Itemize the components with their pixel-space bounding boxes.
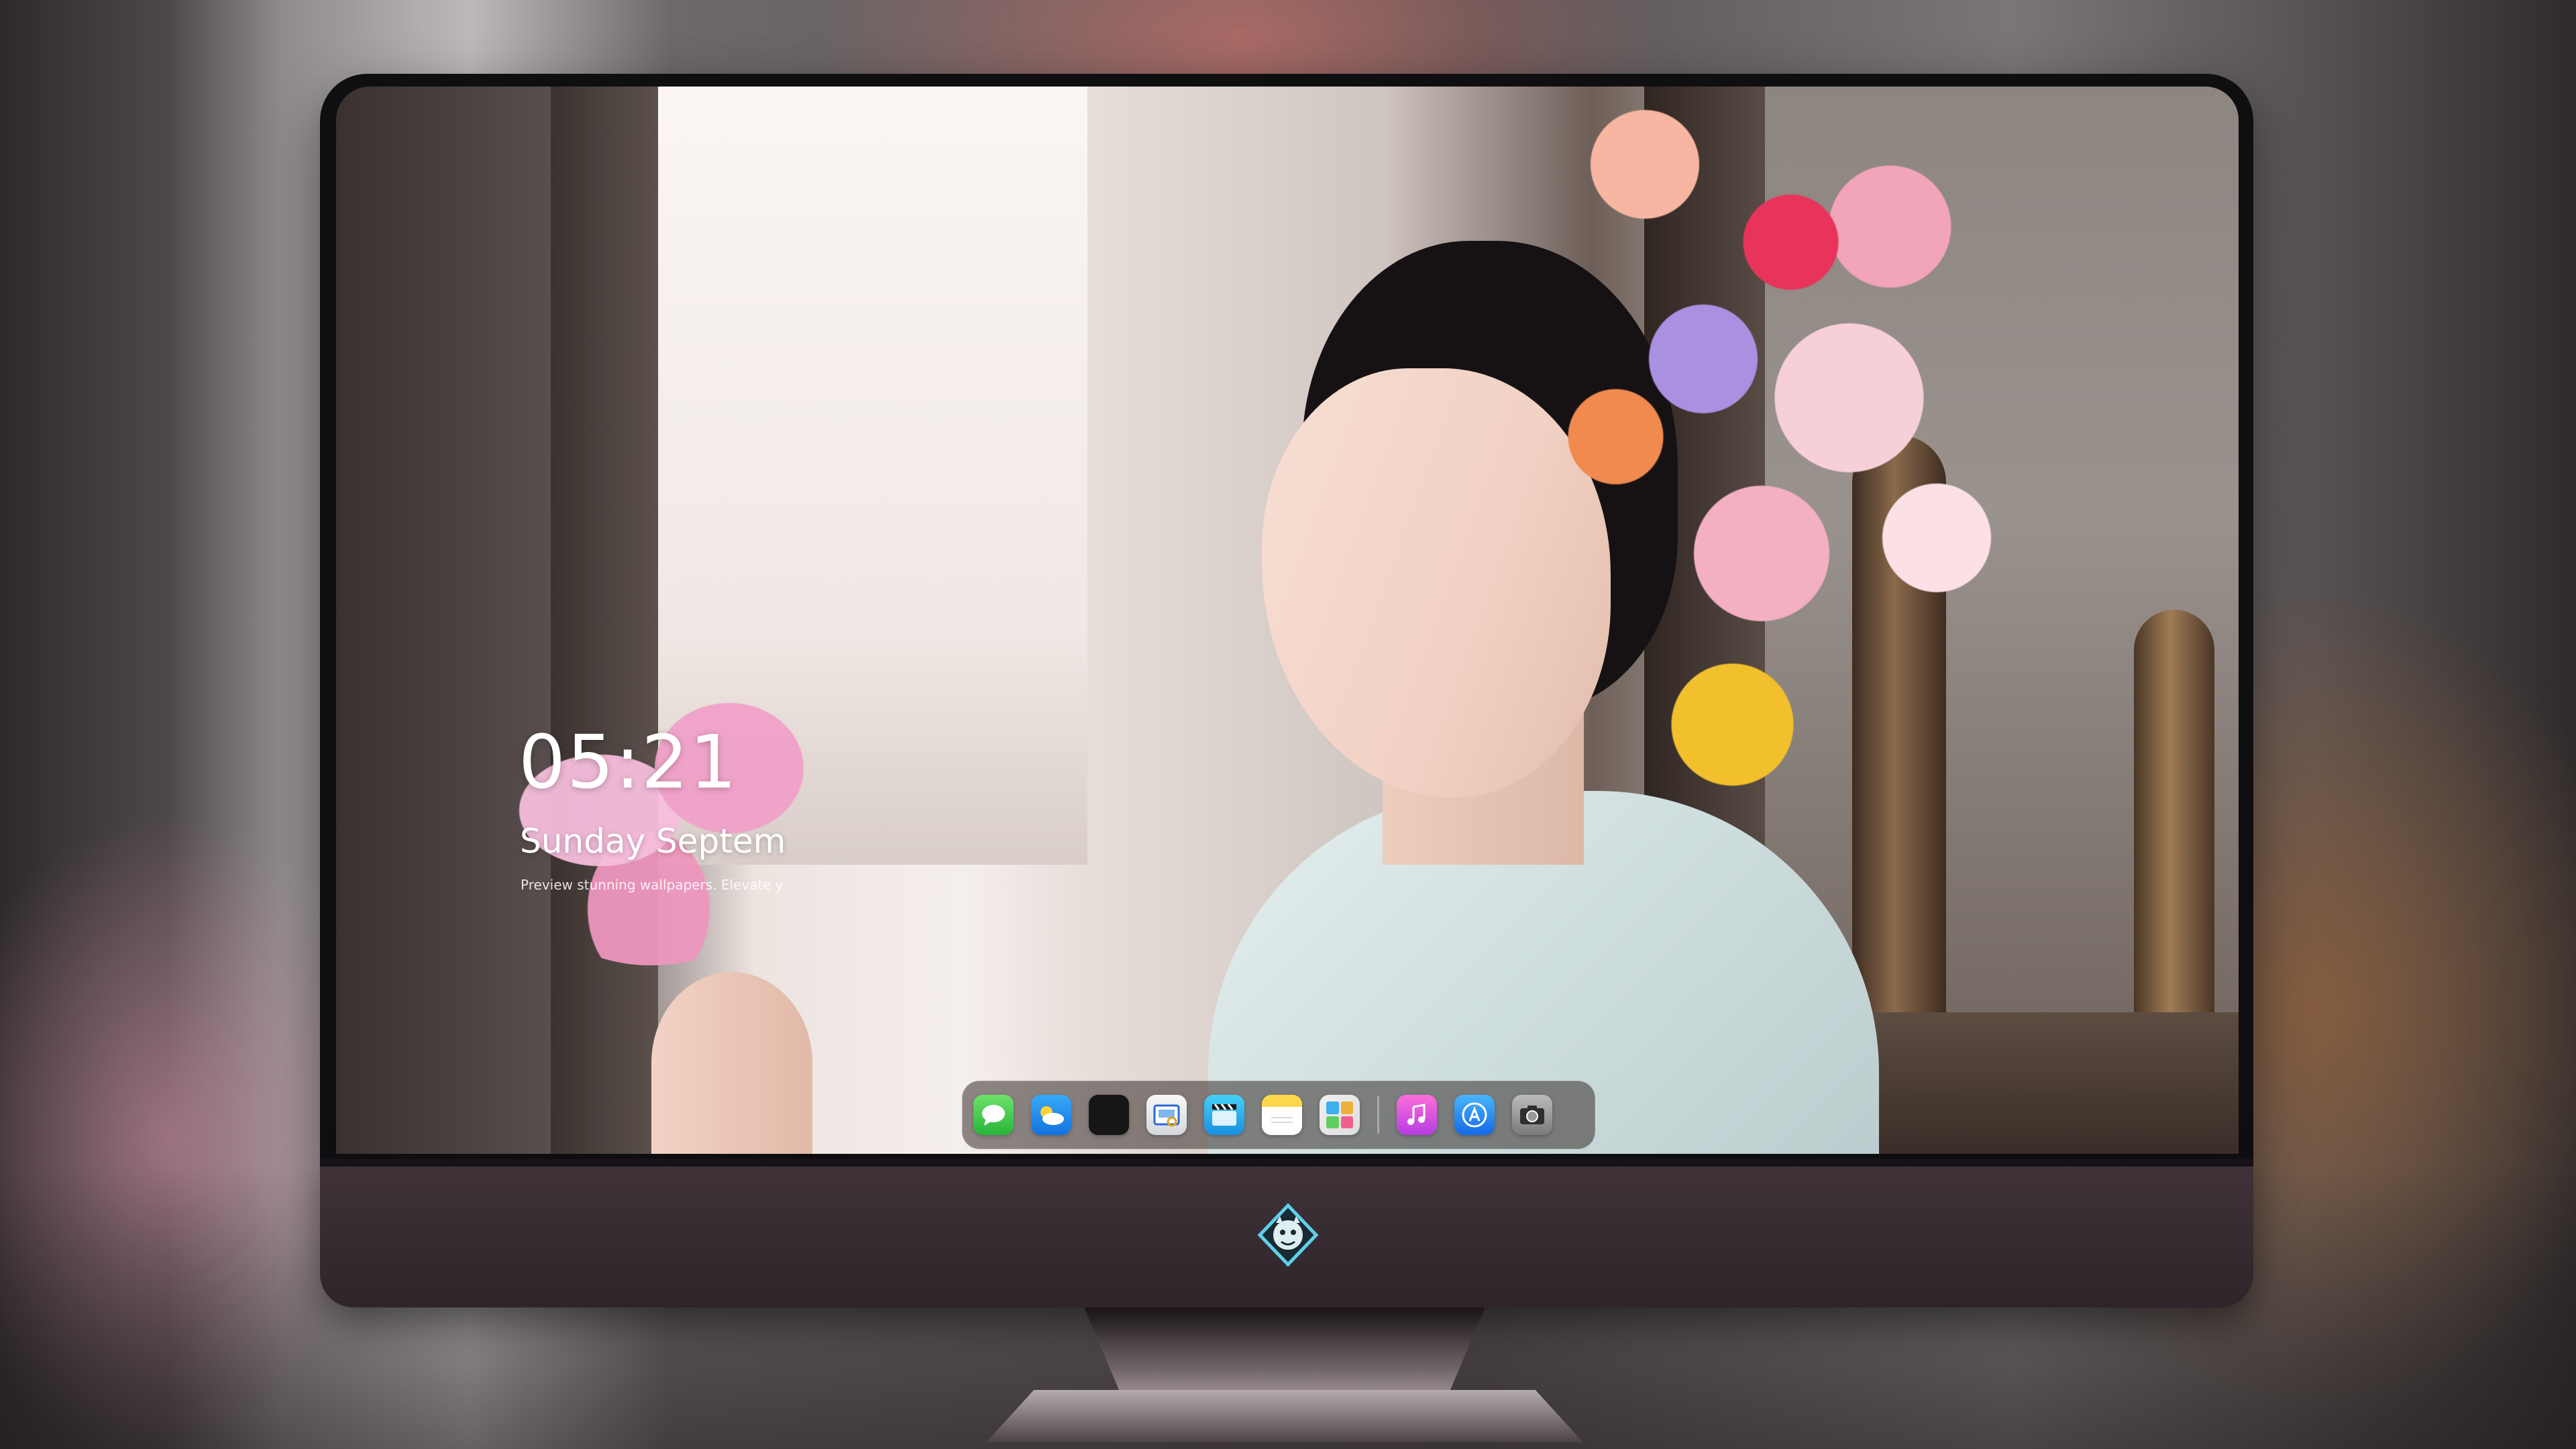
messages-icon[interactable] (973, 1095, 1014, 1135)
photos-icon[interactable] (1320, 1095, 1360, 1135)
dock-separator (1377, 1096, 1379, 1134)
notes-icon[interactable] (1262, 1095, 1302, 1135)
photos-grid (1326, 1102, 1353, 1128)
monitor-stand-base (986, 1390, 1583, 1442)
app-store-icon[interactable] (1454, 1095, 1495, 1135)
dock (962, 1081, 1595, 1149)
monitor-chin-divider (320, 1159, 2253, 1167)
lock-screen-caption: Preview stunning wallpapers. Elevate y (521, 877, 784, 893)
preview-icon[interactable] (1146, 1095, 1187, 1135)
lock-screen-time: 05:21 (519, 719, 739, 805)
lock-screen-date: Sunday Septem (520, 822, 786, 861)
desktop-screen: 05:21 Sunday Septem Preview stunning wal… (336, 87, 2239, 1154)
weather-icon[interactable] (1031, 1095, 1071, 1135)
dragon-mascot-logo-icon (1257, 1203, 1319, 1267)
camera-icon[interactable] (1512, 1095, 1552, 1135)
clips-icon[interactable] (1204, 1095, 1244, 1135)
music-icon[interactable] (1397, 1095, 1437, 1135)
clock-icon[interactable] (1089, 1095, 1129, 1135)
monitor-stand-neck (1084, 1307, 1485, 1395)
wallpaper-pillar (551, 87, 658, 1154)
wallpaper-hand (651, 972, 812, 1154)
